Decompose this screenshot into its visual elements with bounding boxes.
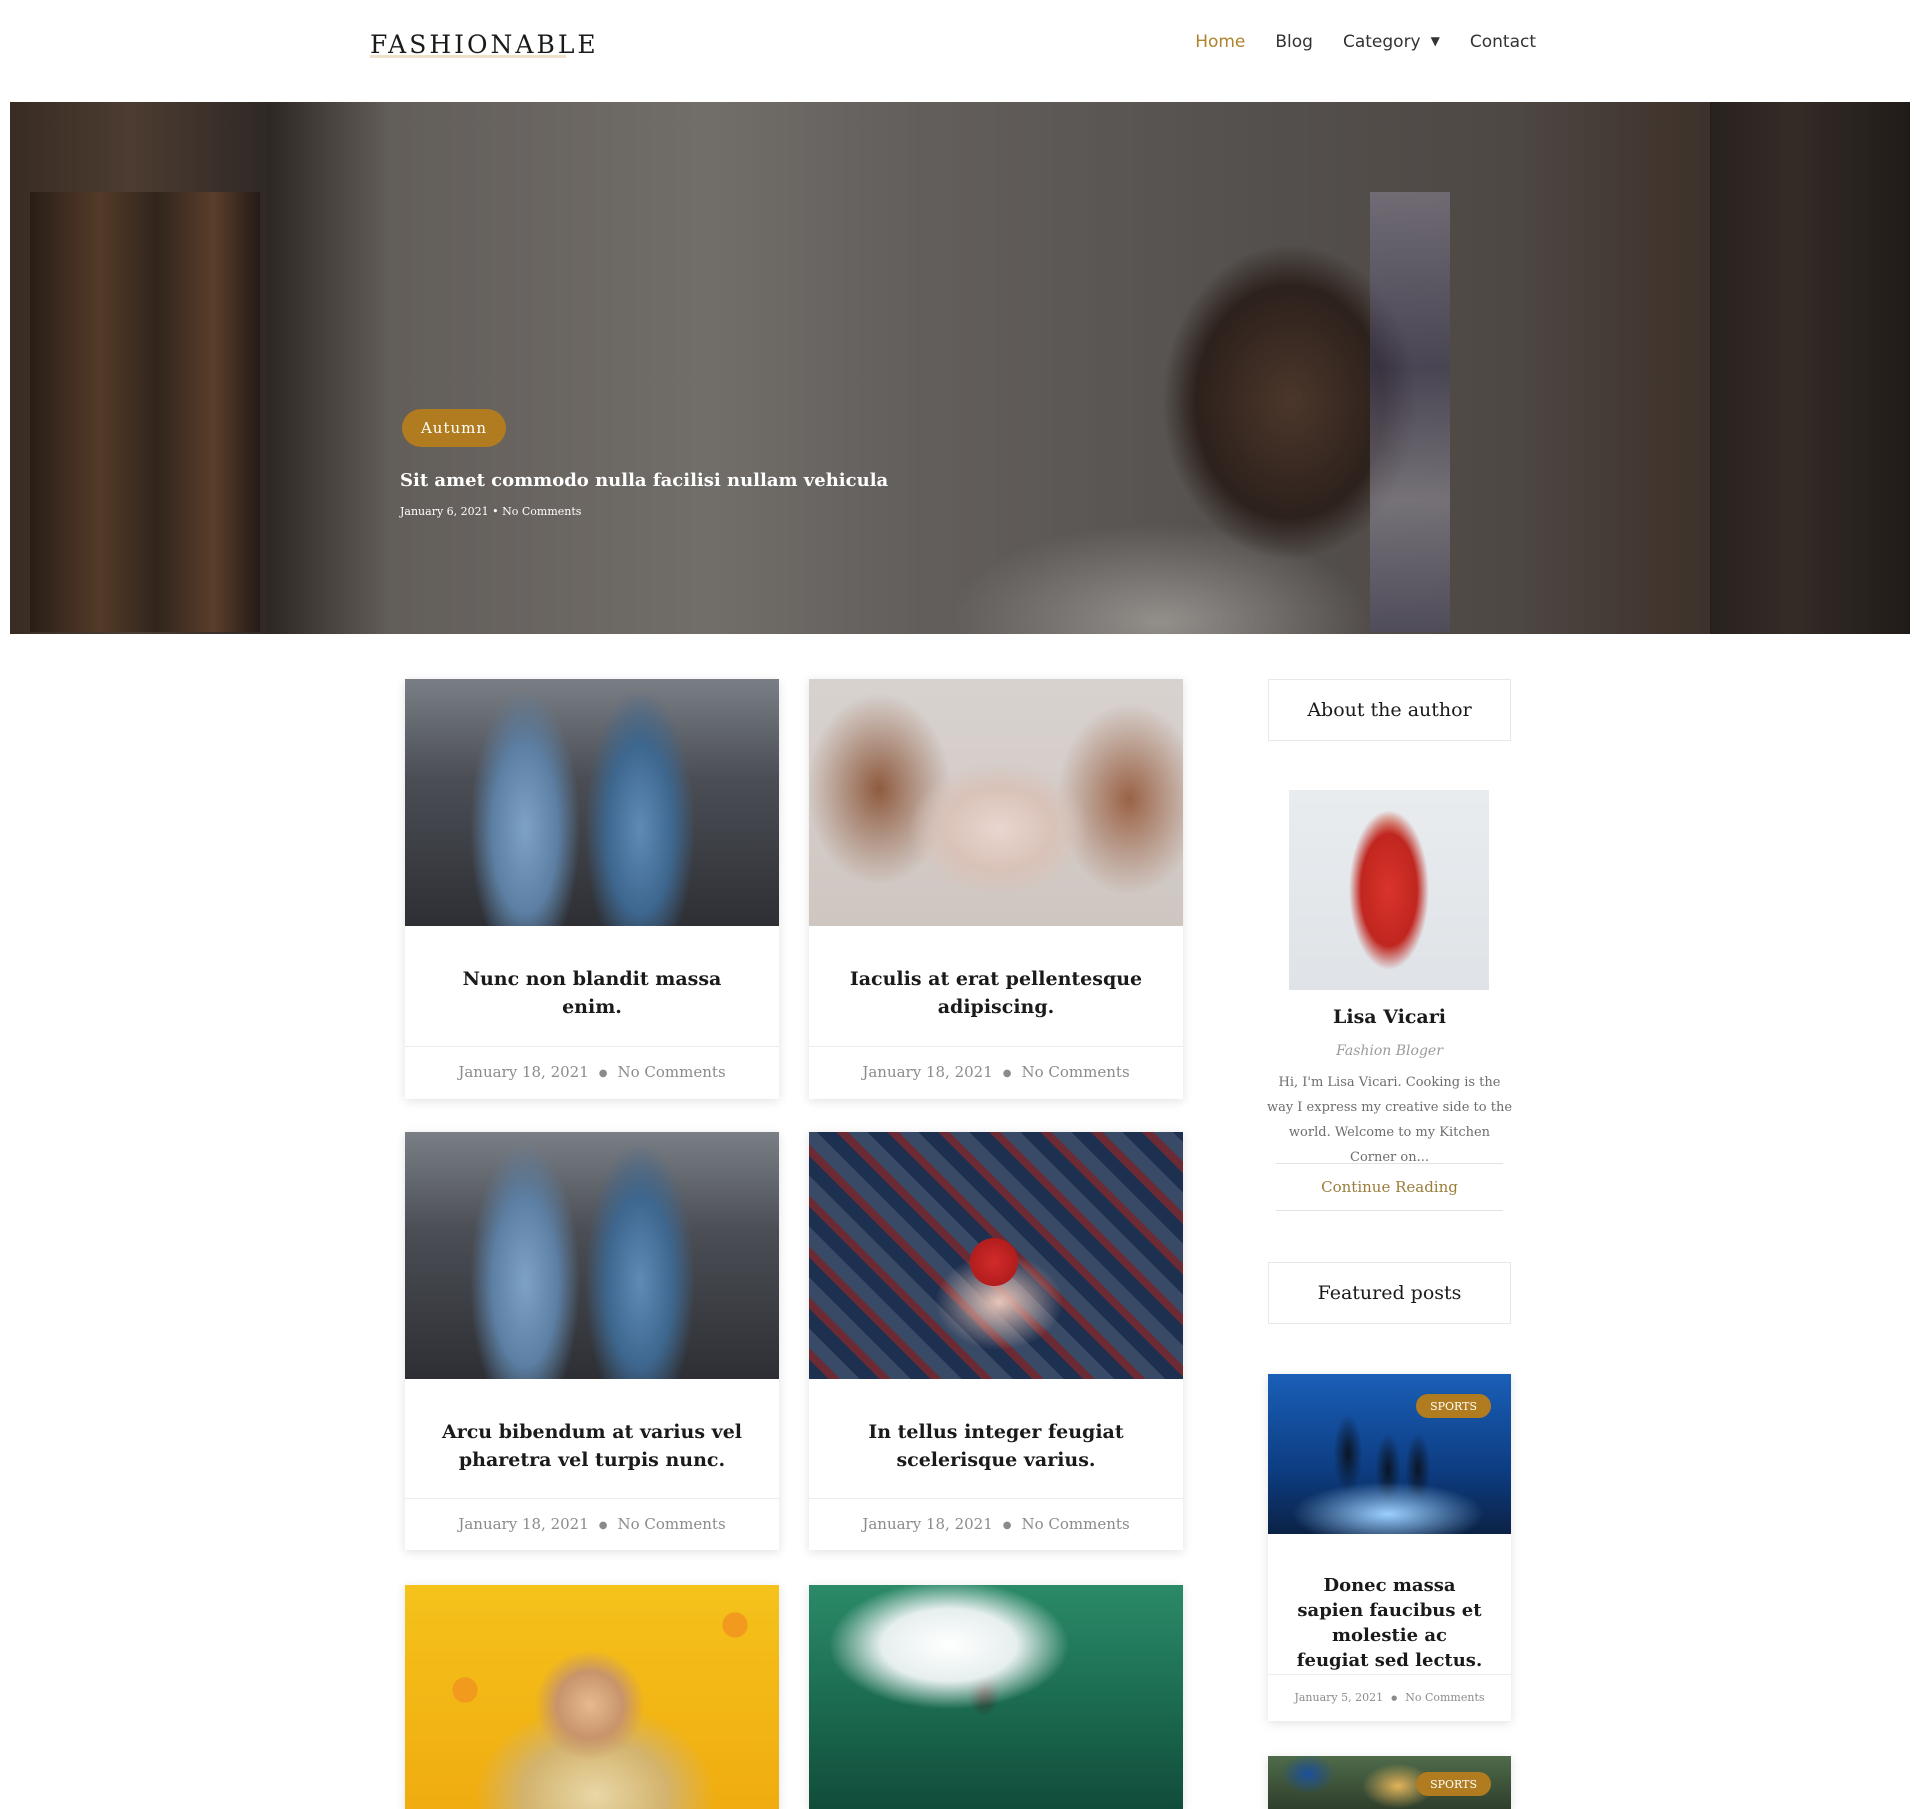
card-divider	[809, 1046, 1183, 1047]
featured-post-title[interactable]: Donec massa sapien faucibus et molestie …	[1268, 1573, 1511, 1673]
post-comments[interactable]: No Comments	[1022, 1515, 1130, 1533]
about-author-heading: About the author	[1268, 679, 1511, 741]
post-date: January 18, 2021	[862, 1063, 993, 1081]
post-image[interactable]	[809, 1132, 1183, 1379]
featured-post-image[interactable]: SPORTS	[1268, 1756, 1511, 1809]
post-card[interactable]	[405, 1585, 779, 1809]
post-card[interactable]: Arcu bibendum at varius vel pharetra vel…	[405, 1132, 779, 1550]
post-date: January 18, 2021	[862, 1515, 993, 1533]
post-image[interactable]	[809, 1585, 1183, 1809]
nav-category[interactable]: Category ▼	[1343, 32, 1440, 52]
post-comments[interactable]: No Comments	[618, 1515, 726, 1533]
nav-category-label: Category	[1342, 32, 1421, 52]
post-comments[interactable]: No Comments	[1022, 1063, 1130, 1081]
featured-post-image[interactable]: SPORTS	[1268, 1374, 1511, 1534]
logo-underline	[370, 55, 566, 58]
post-title[interactable]: Nunc non blandit massa enim.	[405, 965, 779, 1021]
nav-contact[interactable]: Contact	[1470, 32, 1536, 52]
author-bio: Hi, I'm Lisa Vicari. Cooking is the way …	[1266, 1075, 1513, 1165]
post-image[interactable]	[809, 679, 1183, 926]
meta-separator-dot: ●	[598, 1067, 608, 1079]
post-meta: January 18, 2021 ● No Comments	[809, 1063, 1183, 1081]
card-divider	[1268, 1674, 1511, 1675]
post-meta: January 18, 2021 ● No Comments	[405, 1515, 779, 1533]
post-card[interactable]: Nunc non blandit massa enim. January 18,…	[405, 679, 779, 1099]
card-divider	[405, 1046, 779, 1047]
nav-blog[interactable]: Blog	[1275, 32, 1313, 52]
post-comments[interactable]: No Comments	[618, 1063, 726, 1081]
hero-meta: January 6, 2021 • No Comments	[400, 505, 582, 518]
main-nav: Home Blog Category ▼ Contact	[1165, 32, 1536, 52]
author-avatar	[1289, 790, 1489, 990]
nav-home[interactable]: Home	[1195, 32, 1245, 52]
post-meta: January 18, 2021 ● No Comments	[809, 1515, 1183, 1533]
meta-separator-dot: ●	[1002, 1067, 1012, 1079]
chevron-down-icon: ▼	[1430, 34, 1440, 48]
featured-post-card[interactable]: SPORTS	[1268, 1756, 1511, 1809]
card-divider	[405, 1498, 779, 1499]
featured-post-date: January 5, 2021	[1294, 1691, 1384, 1704]
post-card[interactable]: Iaculis at erat pellentesque adipiscing.…	[809, 679, 1183, 1099]
post-image[interactable]	[405, 1132, 779, 1379]
featured-post-card[interactable]: SPORTS Donec massa sapien faucibus et mo…	[1268, 1374, 1511, 1721]
author-name: Lisa Vicari	[1333, 1006, 1446, 1028]
post-image[interactable]	[405, 1585, 779, 1809]
post-title[interactable]: Iaculis at erat pellentesque adipiscing.	[809, 965, 1183, 1021]
featured-category-badge[interactable]: SPORTS	[1416, 1772, 1491, 1796]
post-date: January 18, 2021	[458, 1515, 589, 1533]
post-title[interactable]: In tellus integer feugiat scelerisque va…	[809, 1418, 1183, 1474]
meta-separator-dot: ●	[1002, 1519, 1012, 1531]
post-card[interactable]: In tellus integer feugiat scelerisque va…	[809, 1132, 1183, 1550]
post-meta: January 18, 2021 ● No Comments	[405, 1063, 779, 1081]
featured-post-comments[interactable]: No Comments	[1405, 1691, 1484, 1704]
card-divider	[809, 1498, 1183, 1499]
meta-separator-dot: ●	[598, 1519, 608, 1531]
site-header: FASHIONABLE Home Blog Category ▼ Contact	[0, 0, 1920, 102]
post-title[interactable]: Arcu bibendum at varius vel pharetra vel…	[405, 1418, 779, 1474]
hero-category-badge[interactable]: Autumn	[402, 409, 506, 447]
featured-posts-heading: Featured posts	[1268, 1262, 1511, 1324]
meta-separator-dot: ●	[1391, 1694, 1398, 1702]
featured-category-badge[interactable]: SPORTS	[1416, 1394, 1491, 1418]
hero-title[interactable]: Sit amet commodo nulla facilisi nullam v…	[400, 470, 888, 491]
featured-post-meta: January 5, 2021 ● No Comments	[1268, 1691, 1511, 1704]
post-card[interactable]	[809, 1585, 1183, 1809]
author-role: Fashion Bloger	[1336, 1043, 1443, 1059]
hero-banner[interactable]: Autumn Sit amet commodo nulla facilisi n…	[10, 102, 1910, 634]
post-image[interactable]	[405, 679, 779, 926]
post-date: January 18, 2021	[458, 1063, 589, 1081]
continue-reading-link[interactable]: Continue Reading	[1276, 1163, 1503, 1211]
hero-overlay	[10, 102, 1910, 634]
